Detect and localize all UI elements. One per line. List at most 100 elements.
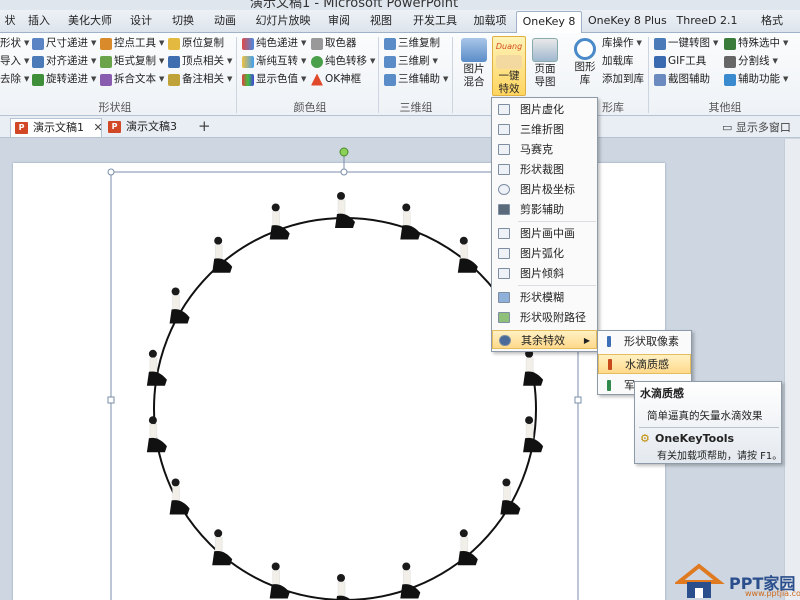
tab-addins[interactable]: 加载项: [470, 11, 510, 33]
handle-tool-button[interactable]: 控点工具 ▼: [100, 35, 164, 52]
figure-image: [500, 478, 521, 515]
resize-handle[interactable]: [107, 396, 115, 404]
figure-image: [400, 203, 421, 240]
menu-item-shape-crop[interactable]: 形状裁图: [492, 160, 597, 179]
chevron-down-icon: ▼: [24, 75, 30, 83]
chevron-down-icon: ▼: [783, 75, 789, 83]
color-picker-button[interactable]: 取色器: [311, 35, 357, 52]
screenshot-assist-button[interactable]: 截图辅助: [654, 71, 710, 88]
menu-item-3d-fold[interactable]: 三维折图: [492, 120, 597, 139]
threed-assist-button[interactable]: 三维辅助 ▼: [384, 71, 448, 88]
split-text-button[interactable]: 拆合文本 ▼: [100, 71, 164, 88]
show-color-value-button[interactable]: 显示色值 ▼: [242, 71, 306, 88]
special-select-button[interactable]: 特殊选中 ▼: [724, 35, 788, 52]
rotate-step-icon: [32, 73, 44, 86]
screenshot-icon: [654, 73, 666, 86]
shape-button[interactable]: 形状 ▼: [0, 35, 29, 52]
menu-item-picture-arc[interactable]: 图片弧化: [492, 244, 597, 263]
gradient-solid-button[interactable]: 渐纯互转 ▼: [242, 53, 306, 70]
tab-shape-partial[interactable]: 状: [0, 11, 20, 33]
other-group-label: 其他组: [708, 101, 742, 114]
one-click-convert-button[interactable]: 一键转图 ▼: [654, 35, 718, 52]
tab-animations[interactable]: 动画: [210, 11, 240, 33]
library-ops-button[interactable]: 库操作 ▼: [602, 35, 642, 52]
assist-functions-button[interactable]: 辅助功能 ▼: [724, 71, 788, 88]
one-click-effect-icon: [496, 55, 522, 69]
special-select-icon: [724, 37, 736, 50]
tab-insert[interactable]: 插入: [24, 11, 54, 33]
menu-item-shape-blur[interactable]: 形状模糊: [492, 288, 597, 307]
load-library-button[interactable]: 加载库: [602, 53, 634, 70]
show-multi-window-button[interactable]: ▭ 显示多窗口: [722, 119, 791, 135]
vertex-button[interactable]: 顶点相关 ▼: [168, 53, 232, 70]
chevron-down-icon: ▼: [159, 39, 165, 47]
one-click-convert-label: 一键转图: [668, 37, 710, 49]
tab-threed[interactable]: ThreeD 2.1: [676, 11, 738, 33]
threed-copy-button[interactable]: 三维复制: [384, 35, 440, 52]
shape-library-button[interactable]: 图形 库: [568, 36, 602, 96]
submenu-item-water-drop[interactable]: 水滴质感: [598, 354, 691, 374]
menu-item-label: 马赛克: [520, 143, 553, 156]
menu-item-silhouette[interactable]: 剪影辅助: [492, 200, 597, 219]
vertex-icon: [168, 55, 180, 68]
handle-tool-icon: [100, 37, 112, 50]
menu-item-picture-in-picture[interactable]: 图片画中画: [492, 224, 597, 243]
close-icon[interactable]: ✕: [94, 121, 103, 134]
add-tab-button[interactable]: +: [198, 117, 211, 135]
powerpoint-icon: P: [108, 121, 121, 133]
resize-handle[interactable]: [574, 396, 582, 404]
tab-slideshow[interactable]: 幻灯片放映: [252, 11, 314, 33]
rotate-handle[interactable]: [339, 147, 349, 157]
menu-item-shape-path-snap[interactable]: 形状吸附路径: [492, 308, 597, 327]
gradient-solid-label: 渐纯互转: [256, 55, 298, 67]
tab-design[interactable]: 设计: [126, 11, 156, 33]
tab-view[interactable]: 视图: [366, 11, 396, 33]
size-step-button[interactable]: 尺寸递进 ▼: [32, 35, 96, 52]
picture-mix-button[interactable]: 图片 混合: [457, 36, 491, 96]
menu-item-picture-blur[interactable]: 图片虚化: [492, 100, 597, 119]
doc-tab-1[interactable]: P 演示文稿1 ✕: [10, 118, 103, 137]
ok-frame-button[interactable]: OK神框: [311, 71, 361, 88]
import-button[interactable]: 导入 ▼: [0, 53, 29, 70]
resize-handle[interactable]: [340, 168, 348, 176]
gif-tool-label: GIF工具: [668, 55, 707, 67]
one-click-effect-button[interactable]: Duang 一键 特效: [492, 36, 526, 96]
tab-format[interactable]: 格式: [752, 11, 792, 33]
figure-image: [457, 236, 478, 273]
solid-transfer-button[interactable]: 纯色转移 ▼: [311, 53, 375, 70]
page-import-button[interactable]: 页面 导图: [528, 36, 562, 96]
size-step-icon: [32, 37, 44, 50]
tab-onekey8-plus[interactable]: OneKey 8 Plus: [588, 11, 667, 33]
tab-onekey8[interactable]: OneKey 8: [516, 11, 582, 34]
resize-handle[interactable]: [107, 168, 115, 176]
tab-developer[interactable]: 开发工具: [408, 11, 462, 33]
divider-line-button[interactable]: 分割线 ▼: [724, 53, 778, 70]
picture-mix-label: 图片 混合: [463, 63, 485, 88]
notes-button[interactable]: 备注相关 ▼: [168, 71, 232, 88]
matrix-copy-button[interactable]: 矩式复制 ▼: [100, 53, 164, 70]
shape-group-label: 形状组: [98, 101, 132, 114]
solid-step-button[interactable]: 纯色递进 ▼: [242, 35, 306, 52]
tab-beautify-master[interactable]: 美化大师: [64, 11, 116, 33]
menu-item-mosaic[interactable]: 马赛克: [492, 140, 597, 159]
one-click-effect-label: 一键 特效: [498, 70, 520, 95]
menu-item-picture-skew[interactable]: 图片倾斜: [492, 264, 597, 283]
menu-item-other-effects[interactable]: 其余特效 ▶: [492, 330, 597, 349]
tab-review[interactable]: 审阅: [324, 11, 354, 33]
inplace-copy-button[interactable]: 原位复制: [168, 35, 224, 52]
doc-tab-2[interactable]: P 演示文稿3: [104, 118, 192, 137]
threed-brush-button[interactable]: 三维刷 ▼: [384, 53, 438, 70]
add-to-library-button[interactable]: 添加到库: [602, 71, 644, 88]
tab-transitions[interactable]: 切换: [168, 11, 198, 33]
rotate-step-button[interactable]: 旋转递进 ▼: [32, 71, 96, 88]
gif-tool-button[interactable]: GIF工具: [654, 53, 706, 70]
remove-button[interactable]: 去除 ▼: [0, 71, 29, 88]
water-drop-icon: [608, 359, 612, 370]
align-step-button[interactable]: 对齐递进 ▼: [32, 53, 96, 70]
document-tabs: P 演示文稿1 ✕ P 演示文稿3 + ▭ 显示多窗口: [0, 116, 800, 138]
house-logo-icon: [673, 563, 725, 598]
inplace-copy-label: 原位复制: [182, 37, 224, 49]
menu-item-polar-coords[interactable]: 图片极坐标: [492, 180, 597, 199]
chevron-down-icon: ▼: [227, 57, 233, 65]
submenu-item-shape-pixels[interactable]: 形状取像素: [598, 332, 691, 352]
